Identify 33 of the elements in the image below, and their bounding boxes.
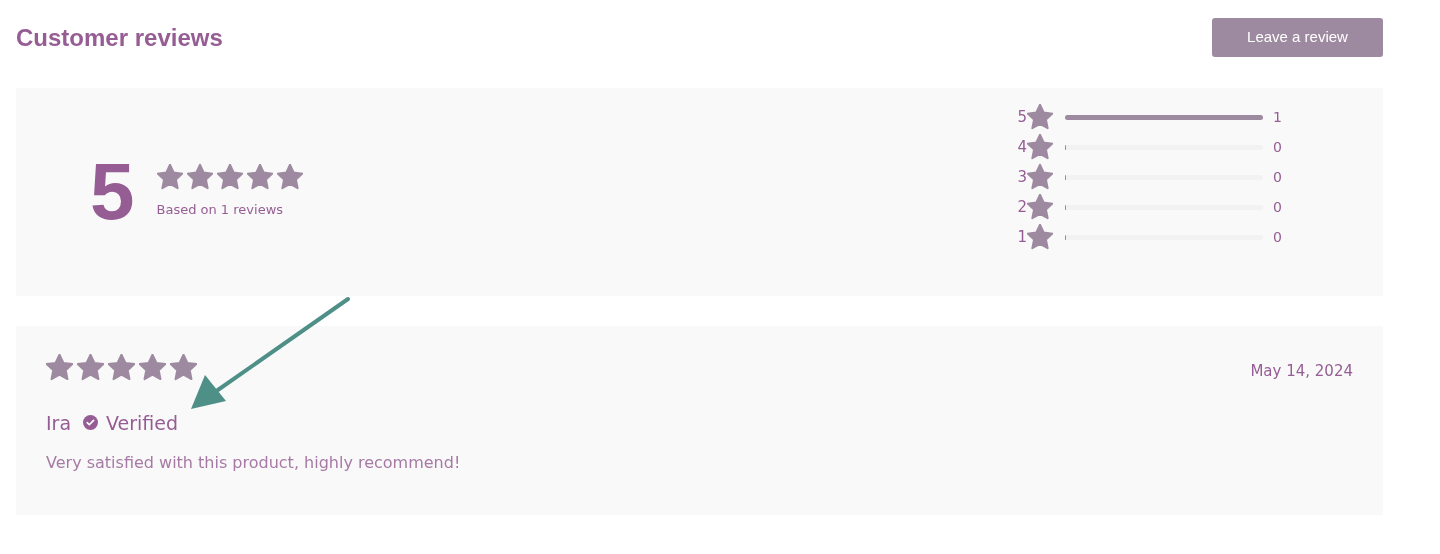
star-icon bbox=[216, 164, 243, 191]
section-title: Customer reviews bbox=[16, 22, 223, 53]
review-date: May 14, 2024 bbox=[1250, 361, 1353, 382]
star-icon bbox=[108, 354, 135, 381]
star-icon bbox=[246, 164, 273, 191]
review-count-caption: Based on 1 reviews bbox=[156, 201, 285, 220]
review-text: Very satisfied with this product, highly recommend! bbox=[46, 452, 462, 474]
rating-count: 0 bbox=[1273, 197, 1283, 217]
reviewer-name: Ira bbox=[46, 410, 72, 436]
star-level-label: 1 bbox=[1016, 226, 1027, 248]
star-icon bbox=[1027, 164, 1053, 190]
rating-count: 0 bbox=[1273, 167, 1283, 187]
star-icon bbox=[1027, 104, 1053, 130]
star-level-label: 5 bbox=[1016, 106, 1027, 128]
star-icon bbox=[77, 354, 104, 381]
star-icon bbox=[1027, 224, 1053, 250]
star-icon bbox=[186, 164, 213, 191]
star-icon bbox=[46, 354, 73, 381]
verified-label: Verified bbox=[106, 410, 179, 436]
average-score: 5 bbox=[90, 152, 135, 232]
star-level-label: 3 bbox=[1016, 166, 1027, 188]
star-icon bbox=[1027, 134, 1053, 160]
star-icon bbox=[156, 164, 183, 191]
star-icon bbox=[1027, 194, 1053, 220]
star-icon bbox=[276, 164, 303, 191]
leave-review-button[interactable]: Leave a review bbox=[1212, 18, 1383, 57]
rating-count: 1 bbox=[1273, 107, 1283, 127]
star-icon bbox=[139, 354, 166, 381]
star-level-label: 4 bbox=[1016, 136, 1027, 158]
rating-count: 0 bbox=[1273, 227, 1283, 247]
rating-count: 0 bbox=[1273, 137, 1283, 157]
star-icon bbox=[170, 354, 197, 381]
star-level-label: 2 bbox=[1016, 196, 1027, 218]
